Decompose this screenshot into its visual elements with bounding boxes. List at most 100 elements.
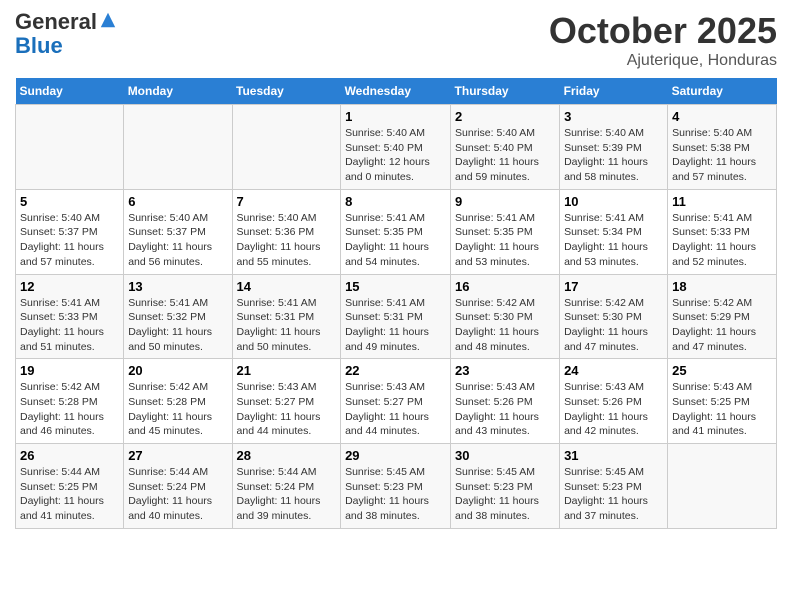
day-info: Sunrise: 5:40 AM Sunset: 5:37 PM Dayligh… bbox=[20, 211, 119, 270]
calendar-cell: 10 Sunrise: 5:41 AM Sunset: 5:34 PM Dayli… bbox=[560, 189, 668, 274]
day-info: Sunrise: 5:41 AM Sunset: 5:33 PM Dayligh… bbox=[20, 296, 119, 355]
calendar-week-2: 5 Sunrise: 5:40 AM Sunset: 5:37 PM Daylig… bbox=[16, 189, 777, 274]
day-info: Sunrise: 5:42 AM Sunset: 5:30 PM Dayligh… bbox=[564, 296, 663, 355]
day-info: Sunrise: 5:43 AM Sunset: 5:25 PM Dayligh… bbox=[672, 380, 772, 439]
day-number: 25 bbox=[672, 363, 772, 378]
header-thursday: Thursday bbox=[451, 78, 560, 105]
day-info: Sunrise: 5:44 AM Sunset: 5:24 PM Dayligh… bbox=[237, 465, 337, 524]
day-info: Sunrise: 5:42 AM Sunset: 5:28 PM Dayligh… bbox=[20, 380, 119, 439]
day-number: 19 bbox=[20, 363, 119, 378]
header: General Blue October 2025 Ajuterique, Ho… bbox=[15, 10, 777, 70]
month-title: October 2025 bbox=[549, 10, 777, 52]
calendar-cell: 17 Sunrise: 5:42 AM Sunset: 5:30 PM Dayli… bbox=[560, 274, 668, 359]
header-saturday: Saturday bbox=[668, 78, 777, 105]
day-number: 23 bbox=[455, 363, 555, 378]
day-number: 14 bbox=[237, 279, 337, 294]
header-friday: Friday bbox=[560, 78, 668, 105]
logo-general-text: General bbox=[15, 9, 97, 34]
calendar-cell: 24Sunrise: 5:43 AM Sunset: 5:26 PM Dayli… bbox=[560, 359, 668, 444]
day-number: 8 bbox=[345, 194, 446, 209]
day-info: Sunrise: 5:41 AM Sunset: 5:34 PM Dayligh… bbox=[564, 211, 663, 270]
day-number: 12 bbox=[20, 279, 119, 294]
day-info: Sunrise: 5:40 AM Sunset: 5:36 PM Dayligh… bbox=[237, 211, 337, 270]
day-number: 6 bbox=[128, 194, 227, 209]
day-number: 28 bbox=[237, 448, 337, 463]
logo-icon bbox=[99, 11, 117, 29]
day-info: Sunrise: 5:45 AM Sunset: 5:23 PM Dayligh… bbox=[455, 465, 555, 524]
calendar-cell: 22 Sunrise: 5:43 AM Sunset: 5:27 PM Dayli… bbox=[341, 359, 451, 444]
day-info: Sunrise: 5:41 AM Sunset: 5:33 PM Dayligh… bbox=[672, 211, 772, 270]
day-number: 10 bbox=[564, 194, 663, 209]
calendar-cell: 4 Sunrise: 5:40 AM Sunset: 5:38 PM Daylig… bbox=[668, 105, 777, 190]
calendar-header: Sunday Monday Tuesday Wednesday Thursday… bbox=[16, 78, 777, 105]
day-number: 30 bbox=[455, 448, 555, 463]
calendar-cell: 15 Sunrise: 5:41 AM Sunset: 5:31 PM Dayli… bbox=[341, 274, 451, 359]
day-info: Sunrise: 5:43 AM Sunset: 5:27 PM Dayligh… bbox=[345, 380, 446, 439]
calendar-cell: 20 Sunrise: 5:42 AM Sunset: 5:28 PM Dayli… bbox=[124, 359, 232, 444]
day-info: Sunrise: 5:42 AM Sunset: 5:30 PM Dayligh… bbox=[455, 296, 555, 355]
day-number: 4 bbox=[672, 109, 772, 124]
day-number: 2 bbox=[455, 109, 555, 124]
day-info: Sunrise: 5:41 AM Sunset: 5:31 PM Dayligh… bbox=[345, 296, 446, 355]
day-number: 31 bbox=[564, 448, 663, 463]
header-wednesday: Wednesday bbox=[341, 78, 451, 105]
calendar-cell: 11Sunrise: 5:41 AM Sunset: 5:33 PM Dayli… bbox=[668, 189, 777, 274]
header-tuesday: Tuesday bbox=[232, 78, 341, 105]
logo-blue-text: Blue bbox=[15, 33, 63, 58]
day-number: 22 bbox=[345, 363, 446, 378]
day-number: 15 bbox=[345, 279, 446, 294]
calendar-cell bbox=[124, 105, 232, 190]
calendar-cell: 13 Sunrise: 5:41 AM Sunset: 5:32 PM Dayli… bbox=[124, 274, 232, 359]
calendar-cell: 7 Sunrise: 5:40 AM Sunset: 5:36 PM Daylig… bbox=[232, 189, 341, 274]
day-info: Sunrise: 5:40 AM Sunset: 5:38 PM Dayligh… bbox=[672, 126, 772, 185]
header-row: Sunday Monday Tuesday Wednesday Thursday… bbox=[16, 78, 777, 105]
calendar-cell: 25 Sunrise: 5:43 AM Sunset: 5:25 PM Dayli… bbox=[668, 359, 777, 444]
calendar-week-3: 12 Sunrise: 5:41 AM Sunset: 5:33 PM Dayli… bbox=[16, 274, 777, 359]
calendar-cell: 1Sunrise: 5:40 AM Sunset: 5:40 PM Daylig… bbox=[341, 105, 451, 190]
calendar-cell: 23 Sunrise: 5:43 AM Sunset: 5:26 PM Dayli… bbox=[451, 359, 560, 444]
day-number: 7 bbox=[237, 194, 337, 209]
calendar-cell: 30 Sunrise: 5:45 AM Sunset: 5:23 PM Dayli… bbox=[451, 444, 560, 529]
title-block: October 2025 Ajuterique, Honduras bbox=[549, 10, 777, 70]
day-info: Sunrise: 5:40 AM Sunset: 5:37 PM Dayligh… bbox=[128, 211, 227, 270]
calendar-body: 1Sunrise: 5:40 AM Sunset: 5:40 PM Daylig… bbox=[16, 105, 777, 529]
calendar-cell bbox=[668, 444, 777, 529]
calendar-cell: 18 Sunrise: 5:42 AM Sunset: 5:29 PM Dayli… bbox=[668, 274, 777, 359]
day-number: 18 bbox=[672, 279, 772, 294]
day-info: Sunrise: 5:40 AM Sunset: 5:40 PM Dayligh… bbox=[455, 126, 555, 185]
calendar-cell bbox=[16, 105, 124, 190]
day-info: Sunrise: 5:40 AM Sunset: 5:40 PM Dayligh… bbox=[345, 126, 446, 185]
header-monday: Monday bbox=[124, 78, 232, 105]
calendar-cell: 6 Sunrise: 5:40 AM Sunset: 5:37 PM Daylig… bbox=[124, 189, 232, 274]
day-info: Sunrise: 5:42 AM Sunset: 5:29 PM Dayligh… bbox=[672, 296, 772, 355]
day-number: 9 bbox=[455, 194, 555, 209]
calendar-cell: 28 Sunrise: 5:44 AM Sunset: 5:24 PM Dayli… bbox=[232, 444, 341, 529]
calendar-week-1: 1Sunrise: 5:40 AM Sunset: 5:40 PM Daylig… bbox=[16, 105, 777, 190]
day-number: 17 bbox=[564, 279, 663, 294]
day-number: 13 bbox=[128, 279, 227, 294]
day-number: 27 bbox=[128, 448, 227, 463]
day-number: 21 bbox=[237, 363, 337, 378]
calendar-cell: 8 Sunrise: 5:41 AM Sunset: 5:35 PM Daylig… bbox=[341, 189, 451, 274]
day-info: Sunrise: 5:43 AM Sunset: 5:26 PM Dayligh… bbox=[564, 380, 663, 439]
day-info: Sunrise: 5:45 AM Sunset: 5:23 PM Dayligh… bbox=[564, 465, 663, 524]
location-subtitle: Ajuterique, Honduras bbox=[549, 52, 777, 70]
day-number: 5 bbox=[20, 194, 119, 209]
day-info: Sunrise: 5:41 AM Sunset: 5:35 PM Dayligh… bbox=[455, 211, 555, 270]
day-info: Sunrise: 5:40 AM Sunset: 5:39 PM Dayligh… bbox=[564, 126, 663, 185]
day-info: Sunrise: 5:43 AM Sunset: 5:26 PM Dayligh… bbox=[455, 380, 555, 439]
day-info: Sunrise: 5:42 AM Sunset: 5:28 PM Dayligh… bbox=[128, 380, 227, 439]
calendar-cell: 26Sunrise: 5:44 AM Sunset: 5:25 PM Dayli… bbox=[16, 444, 124, 529]
day-info: Sunrise: 5:41 AM Sunset: 5:35 PM Dayligh… bbox=[345, 211, 446, 270]
page-container: General Blue October 2025 Ajuterique, Ho… bbox=[0, 0, 792, 539]
day-number: 29 bbox=[345, 448, 446, 463]
header-sunday: Sunday bbox=[16, 78, 124, 105]
day-number: 3 bbox=[564, 109, 663, 124]
calendar-cell: 14Sunrise: 5:41 AM Sunset: 5:31 PM Dayli… bbox=[232, 274, 341, 359]
calendar-cell: 3 Sunrise: 5:40 AM Sunset: 5:39 PM Daylig… bbox=[560, 105, 668, 190]
day-info: Sunrise: 5:41 AM Sunset: 5:32 PM Dayligh… bbox=[128, 296, 227, 355]
day-number: 20 bbox=[128, 363, 227, 378]
day-number: 16 bbox=[455, 279, 555, 294]
logo: General Blue bbox=[15, 10, 117, 58]
calendar-cell: 9 Sunrise: 5:41 AM Sunset: 5:35 PM Daylig… bbox=[451, 189, 560, 274]
